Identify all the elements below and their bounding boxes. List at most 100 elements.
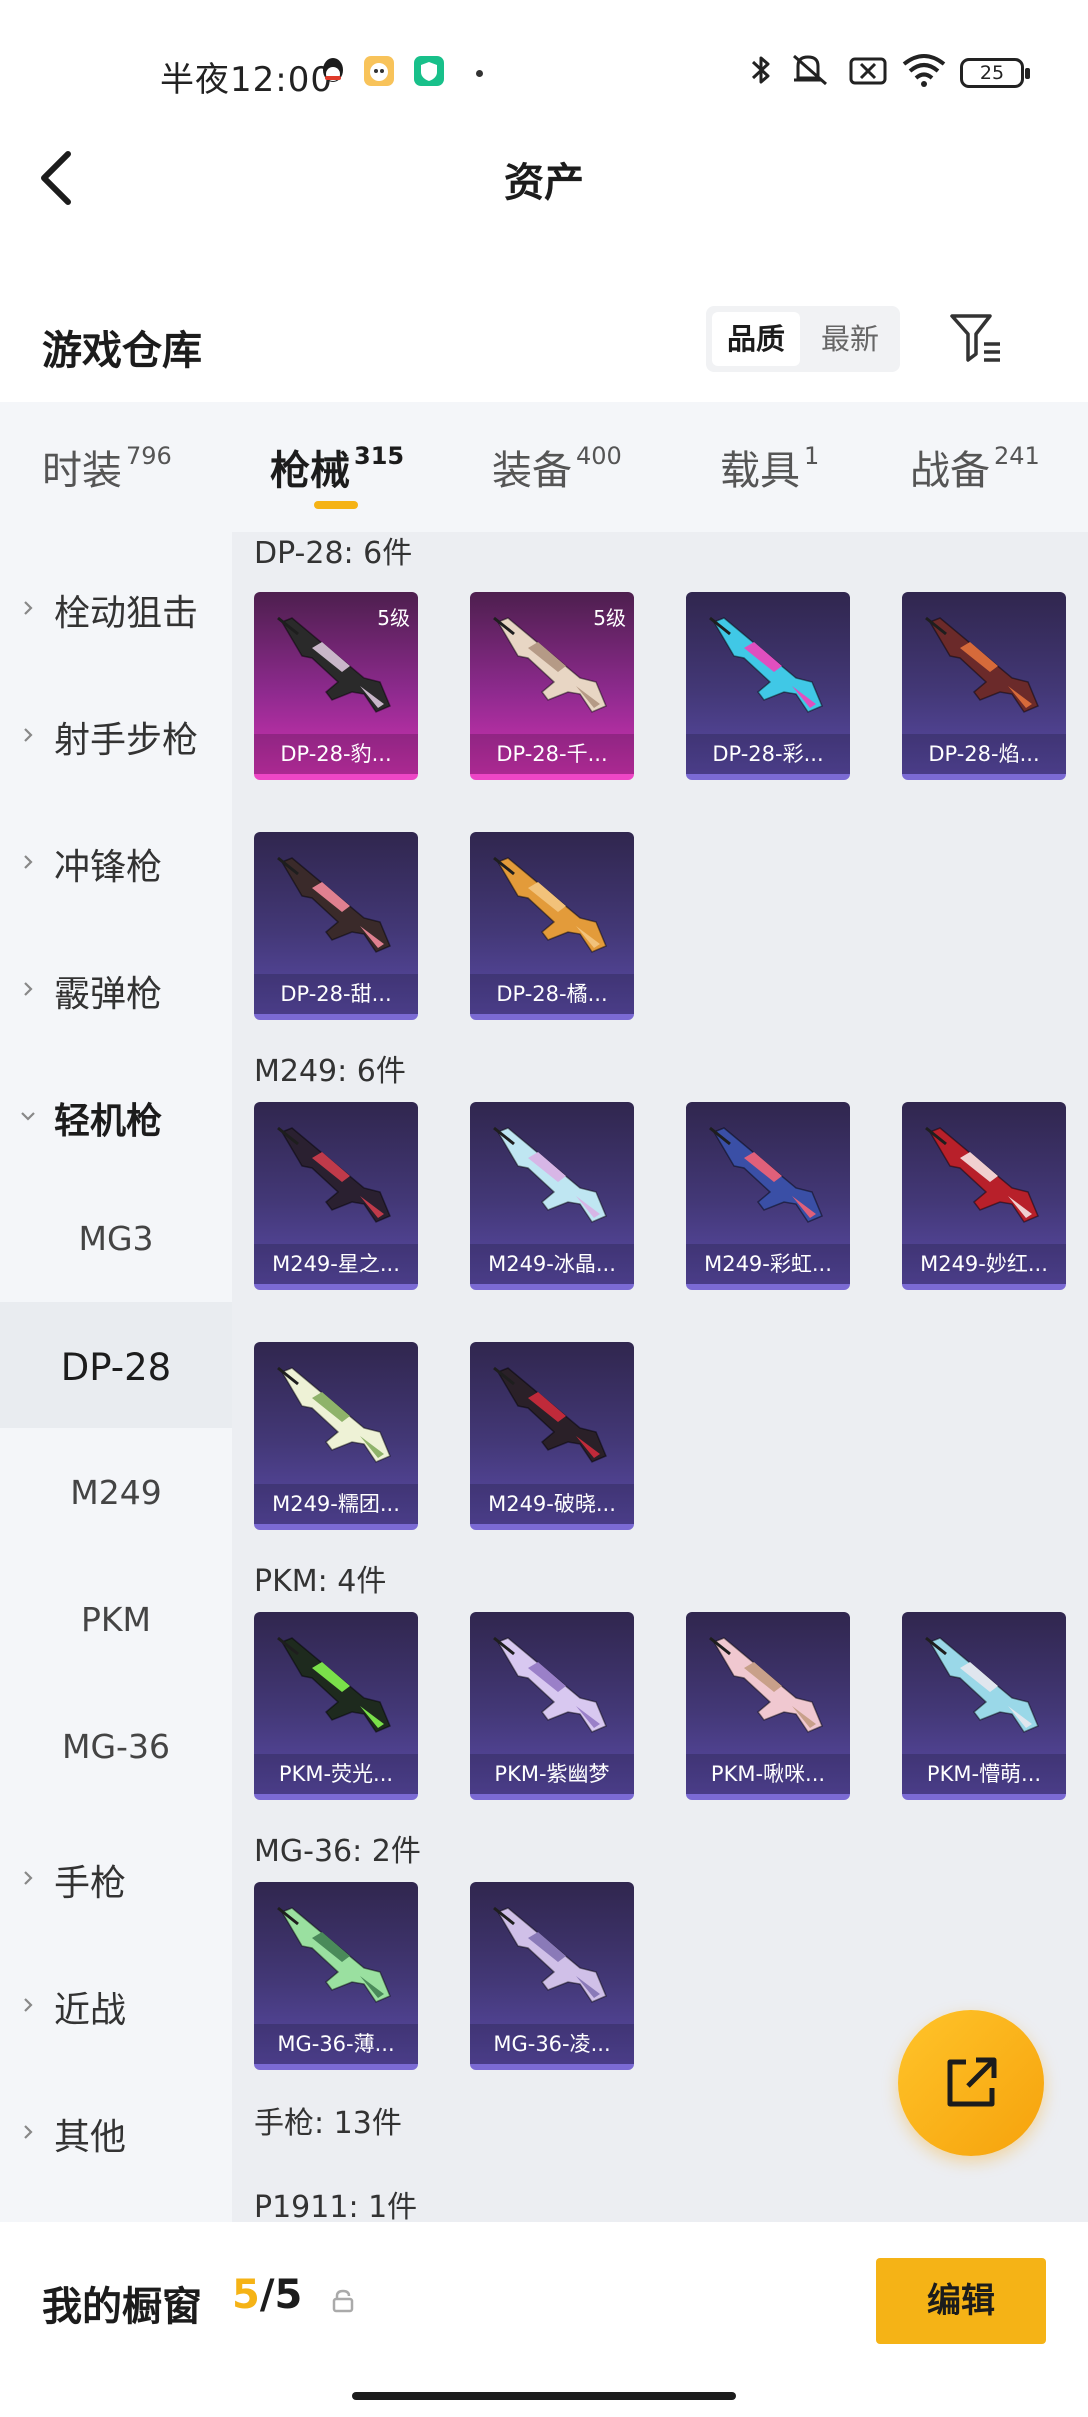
chevron-right-icon (24, 728, 33, 742)
gun-skin-icon (277, 1126, 391, 1223)
sidebar-item[interactable]: DP-28 (0, 1302, 232, 1428)
sidebar-item[interactable]: MG3 (0, 1175, 232, 1301)
gun-skin-icon (493, 1906, 607, 2003)
group-label: DP-28: 6件 (254, 536, 413, 571)
sidebar-item[interactable]: MG-36 (0, 1683, 232, 1809)
chevron-right-icon (24, 1998, 33, 2012)
skin-level-badge: 5级 (377, 606, 410, 630)
skin-card[interactable]: M249-妙红... (902, 1102, 1066, 1290)
skin-name: PKM-荧光... (254, 1754, 418, 1794)
sidebar-item-label: 其他 (54, 2117, 127, 2158)
skin-card[interactable]: MG-36-薄... (254, 1882, 418, 2070)
filter-icon[interactable] (946, 310, 1006, 366)
sort-quality-button[interactable]: 品质 (712, 312, 800, 366)
gun-skin-icon (277, 1636, 391, 1733)
gun-skin-icon (709, 616, 823, 713)
chevron-right-icon (24, 1871, 33, 1885)
skin-name: M249-冰晶... (470, 1244, 634, 1284)
chevron-right-icon (24, 855, 33, 869)
skin-card[interactable]: DP-28-橘... (470, 832, 634, 1020)
skin-card[interactable]: DP-28-焰... (902, 592, 1066, 780)
skin-name: M249-彩虹... (686, 1244, 850, 1284)
app-icon (364, 56, 394, 86)
skin-card[interactable]: DP-28-甜... (254, 832, 418, 1020)
battery-icon: 25 (960, 58, 1030, 88)
sub-category-sidebar: 栓动狙击射手步枪 冲锋枪 霰弹枪 轻机枪 MG3 DP-28 M249 PKM MG-36 手枪近… (0, 532, 232, 2222)
sidebar-item[interactable]: M249 (0, 1429, 232, 1555)
skin-card[interactable]: DP-28-彩... (686, 592, 850, 780)
sidebar-item[interactable]: 霰弹枪 (0, 921, 232, 1047)
sidebar-item-label: MG-36 (62, 1727, 170, 1766)
tab-guns[interactable]: 枪械 315 (270, 438, 404, 496)
sidebar-item[interactable]: 射手步枪 (0, 667, 232, 793)
sidebar-item[interactable]: 手枪 (0, 1810, 232, 1936)
gun-skin-icon (709, 1126, 823, 1223)
gun-skin-icon (925, 1126, 1039, 1223)
category-tabs: 时装 796 枪械 315 装备 400 载具 1 战备 241 (0, 402, 1088, 532)
skin-name: DP-28-橘... (470, 974, 634, 1014)
tab-equipment[interactable]: 装备 400 (492, 438, 622, 496)
sidebar-item-label: 近战 (54, 1990, 127, 2031)
sidebar-item-label: PKM (80, 1600, 151, 1639)
skin-name: M249-糯团... (254, 1484, 418, 1524)
skin-name: DP-28-彩... (686, 734, 850, 774)
sidebar-item[interactable]: 栓动狙击 (0, 540, 232, 666)
skin-card[interactable]: M249-冰晶... (470, 1102, 634, 1290)
skin-card[interactable]: PKM-懵萌... (902, 1612, 1066, 1800)
gun-skin-icon (493, 1366, 607, 1463)
tab-supplies[interactable]: 战备 241 (910, 438, 1040, 496)
page-title: 资产 (504, 160, 584, 206)
skin-name: PKM-啾咪... (686, 1754, 850, 1794)
tab-vehicles[interactable]: 载具 1 (720, 438, 819, 496)
sidebar-item[interactable]: PKM (0, 1556, 232, 1682)
skin-card[interactable]: 5级 DP-28-千... (470, 592, 634, 780)
tab-label: 载具 (720, 448, 800, 494)
gun-skin-icon (925, 616, 1039, 713)
tab-fashion[interactable]: 时装 796 (42, 438, 172, 496)
mute-icon (790, 52, 832, 96)
gun-skin-icon (277, 1906, 391, 2003)
gun-skin-icon (493, 1636, 607, 1733)
skin-card[interactable]: M249-破晓... (470, 1342, 634, 1530)
notification-dot (476, 70, 483, 77)
tab-label: 时装 (42, 448, 122, 494)
showcase-bar: 我的橱窗 5/5 编辑 (0, 2222, 1088, 2417)
sort-newest-button[interactable]: 最新 (806, 312, 894, 366)
sidebar-item[interactable]: 近战 (0, 1937, 232, 2063)
tab-count: 315 (354, 442, 405, 470)
tab-label: 装备 (492, 448, 572, 494)
gun-skin-icon (493, 1126, 607, 1223)
home-indicator (352, 2392, 736, 2400)
skin-name: M249-破晓... (470, 1484, 634, 1524)
sidebar-item-label: M249 (70, 1473, 162, 1512)
sidebar-item-label: 栓动狙击 (54, 593, 199, 634)
skin-card[interactable]: M249-星之... (254, 1102, 418, 1290)
skin-card[interactable]: M249-彩虹... (686, 1102, 850, 1290)
skin-name: MG-36-薄... (254, 2024, 418, 2064)
tab-count: 400 (576, 442, 622, 470)
showcase-count: 5/5 (232, 2272, 302, 2318)
sim-off-icon (848, 52, 888, 96)
sidebar-item[interactable]: 轻机枪 (0, 1048, 232, 1174)
group-label: P1911: 1件 (254, 2190, 418, 2222)
sidebar-item[interactable]: 冲锋枪 (0, 794, 232, 920)
skin-card[interactable]: M249-糯团... (254, 1342, 418, 1530)
sidebar-item-label: 手枪 (54, 1863, 127, 1904)
edit-button[interactable]: 编辑 (876, 2258, 1046, 2344)
share-button[interactable] (898, 2010, 1044, 2156)
status-time: 半夜12:00 (160, 60, 333, 100)
tab-count: 796 (126, 442, 172, 470)
sidebar-item[interactable]: 其他 (0, 2064, 232, 2190)
sidebar-item-label: DP-28 (60, 1346, 172, 1389)
skin-name: DP-28-豹... (254, 734, 418, 774)
skin-card[interactable]: 5级 DP-28-豹... (254, 592, 418, 780)
skin-card[interactable]: PKM-紫幽梦 (470, 1612, 634, 1800)
skin-card[interactable]: PKM-荧光... (254, 1612, 418, 1800)
gun-skin-icon (493, 856, 607, 953)
chevron-down-icon (21, 1112, 35, 1121)
wifi-icon (900, 52, 948, 96)
chevron-right-icon (24, 601, 33, 615)
showcase-title: 我的橱窗 (42, 2284, 202, 2330)
skin-card[interactable]: MG-36-凌... (470, 1882, 634, 2070)
skin-card[interactable]: PKM-啾咪... (686, 1612, 850, 1800)
